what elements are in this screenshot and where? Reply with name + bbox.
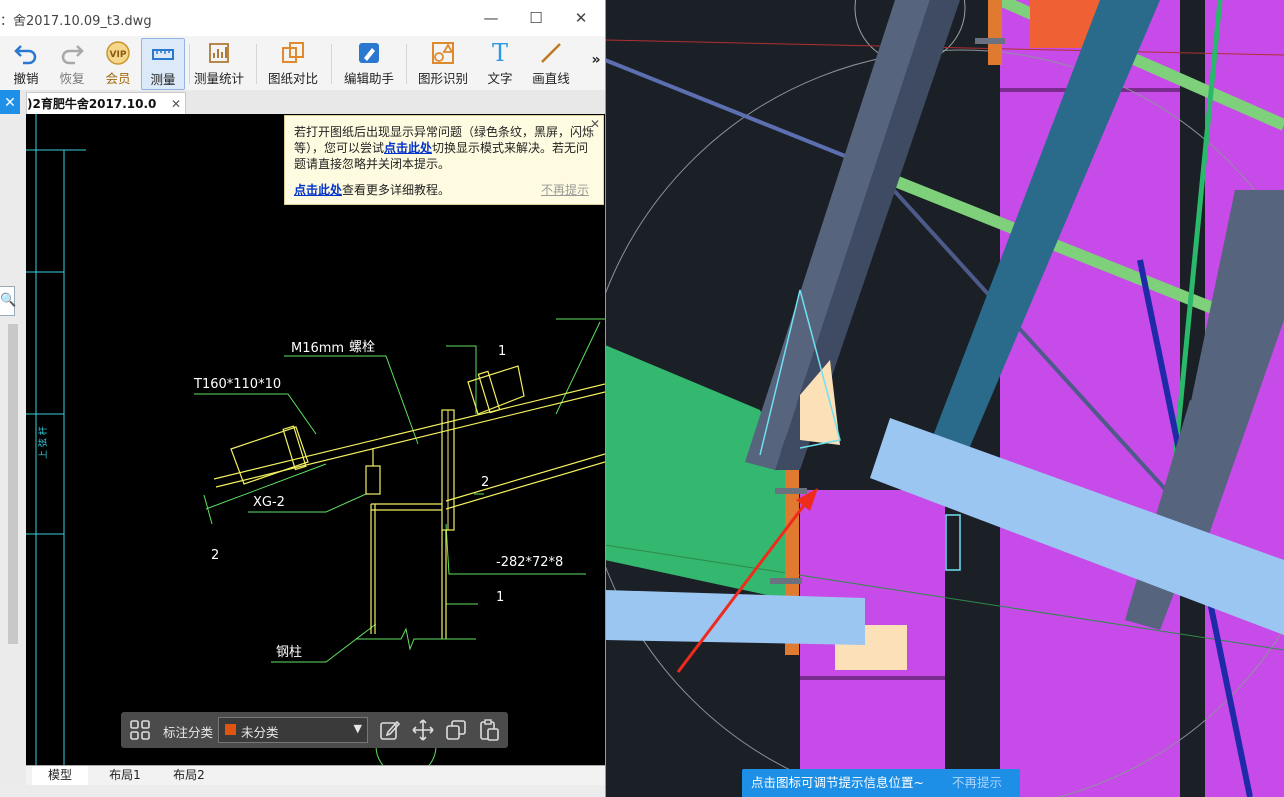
annotation-category-select[interactable]: 未分类 ▼ <box>218 717 368 743</box>
close-button[interactable]: ✕ <box>566 6 596 30</box>
tip-message: 点击图标可调节提示信息位置~ <box>751 775 924 790</box>
tab-model[interactable]: 模型 <box>32 766 88 785</box>
drawing-label: 2 <box>481 475 489 490</box>
notice-text: 若打开图纸后出现显示异常问题（绿色条纹，黑屏，闪烁等），您可以尝试点击此处切换显… <box>294 125 595 171</box>
document-tab-bar: ✕ )2育肥牛舍2017.10.0 ✕ <box>0 90 605 118</box>
undo-button[interactable]: 撤销 <box>6 38 46 88</box>
copy-icon[interactable] <box>444 718 468 742</box>
tab-layout-1[interactable]: 布局1 <box>94 766 156 785</box>
measure-stats-button[interactable]: 测量统计 <box>192 38 246 88</box>
cad-drawing: 上 弦 杆 M16mm 螺栓 T160*110*10 1 2 XG-2 2 -2… <box>26 114 605 765</box>
toolbar-separator <box>189 44 190 84</box>
toolbar-separator <box>406 44 407 84</box>
document-tab-label: )2育肥牛舍2017.10.0 <box>27 97 157 111</box>
shape-recognition-icon <box>432 42 454 64</box>
svg-text:上 弦 杆: 上 弦 杆 <box>37 426 49 459</box>
vip-button[interactable]: VIP 会员 <box>98 38 138 88</box>
tutorial-link[interactable]: 点击此处 <box>294 183 342 197</box>
text-icon: T <box>491 39 508 67</box>
drawing-label: XG-2 <box>253 495 285 510</box>
main-toolbar: 撤销 恢复 VIP 会员 测量 测量统计 图纸对比 编辑助手 图形识别 T 文字… <box>0 36 605 91</box>
annotation-category-label: 标注分类 <box>163 725 214 740</box>
minimize-button[interactable]: — <box>476 6 506 30</box>
window-title: ：舍2017.10.09_t3.dwg <box>0 14 152 29</box>
tip-bar[interactable]: 点击图标可调节提示信息位置~ 不再提示 <box>742 769 1020 797</box>
close-icon[interactable]: ✕ <box>171 93 181 115</box>
drawing-label: 2 <box>211 548 219 563</box>
edit-note-icon[interactable] <box>378 718 402 742</box>
drawing-label: T160*110*10 <box>193 377 281 392</box>
document-tab[interactable]: )2育肥牛舍2017.10.0 ✕ <box>26 92 186 115</box>
undo-icon <box>14 45 37 65</box>
title-bar: ：舍2017.10.09_t3.dwg — ☐ ✕ <box>0 0 605 36</box>
redo-icon <box>61 45 84 65</box>
edit-assistant-button[interactable]: 编辑助手 <box>340 38 398 88</box>
paste-icon[interactable] <box>477 718 501 742</box>
switch-display-mode-link[interactable]: 点击此处 <box>384 141 432 155</box>
svg-text:VIP: VIP <box>110 50 127 60</box>
display-notice-popup: ✕ 若打开图纸后出现显示异常问题（绿色条纹，黑屏，闪烁等），您可以尝试点击此处切… <box>284 115 604 205</box>
edit-assistant-icon <box>359 43 379 63</box>
drawing-label: 1 <box>498 344 506 359</box>
drawing-label: -282*72*8 <box>496 555 563 570</box>
annotation-toolbar: 标注分类 未分类 ▼ <box>121 712 508 748</box>
cad-viewer-window: ：舍2017.10.09_t3.dwg — ☐ ✕ 撤销 恢复 VIP 会员 测… <box>0 0 606 797</box>
tip-dont-show-again[interactable]: 不再提示 <box>952 769 1002 797</box>
measure-button[interactable]: 测量 <box>141 38 185 90</box>
ruler-icon <box>152 49 174 60</box>
dont-show-again-link[interactable]: 不再提示 <box>541 182 589 198</box>
shape-recognition-button[interactable]: 图形识别 <box>414 38 472 88</box>
vip-icon: VIP <box>106 41 130 65</box>
notice-tutorial-row: 点击此处查看更多详细教程。 <box>294 183 451 197</box>
left-side-panel: 🔍 <box>0 114 26 797</box>
drawing-label: M16mm <box>291 341 344 356</box>
layout-tabs: 模型 布局1 布局2 <box>26 765 605 786</box>
toolbar-separator <box>256 44 257 84</box>
drawing-label: 1 <box>496 590 504 605</box>
move-icon[interactable] <box>411 718 435 742</box>
cad-drawing-canvas[interactable]: 上 弦 杆 M16mm 螺栓 T160*110*10 1 2 XG-2 2 -2… <box>26 114 605 765</box>
draw-line-button[interactable]: 画直线 <box>528 38 574 88</box>
close-icon[interactable]: ✕ <box>590 116 600 132</box>
compare-icon <box>282 42 304 63</box>
side-panel-scrollbar[interactable] <box>8 324 18 644</box>
drawing-label: 钢柱 <box>276 645 302 660</box>
status-bar <box>0 785 605 797</box>
tab-layout-2[interactable]: 布局2 <box>158 766 220 785</box>
maximize-button[interactable]: ☐ <box>521 6 551 30</box>
toolbar-separator <box>331 44 332 84</box>
search-icon[interactable]: 🔍 <box>0 286 16 316</box>
text-button[interactable]: T 文字 <box>480 38 520 88</box>
category-color-swatch <box>225 724 236 735</box>
redo-button[interactable]: 恢复 <box>52 38 92 88</box>
measure-stats-icon <box>209 43 229 63</box>
chevron-down-icon: ▼ <box>353 722 362 735</box>
annotation-category-value: 未分类 <box>241 725 279 740</box>
compare-button[interactable]: 图纸对比 <box>264 38 322 88</box>
grid-icon[interactable] <box>128 718 152 742</box>
line-icon <box>541 43 561 63</box>
drawing-label: 螺栓 <box>349 340 375 355</box>
